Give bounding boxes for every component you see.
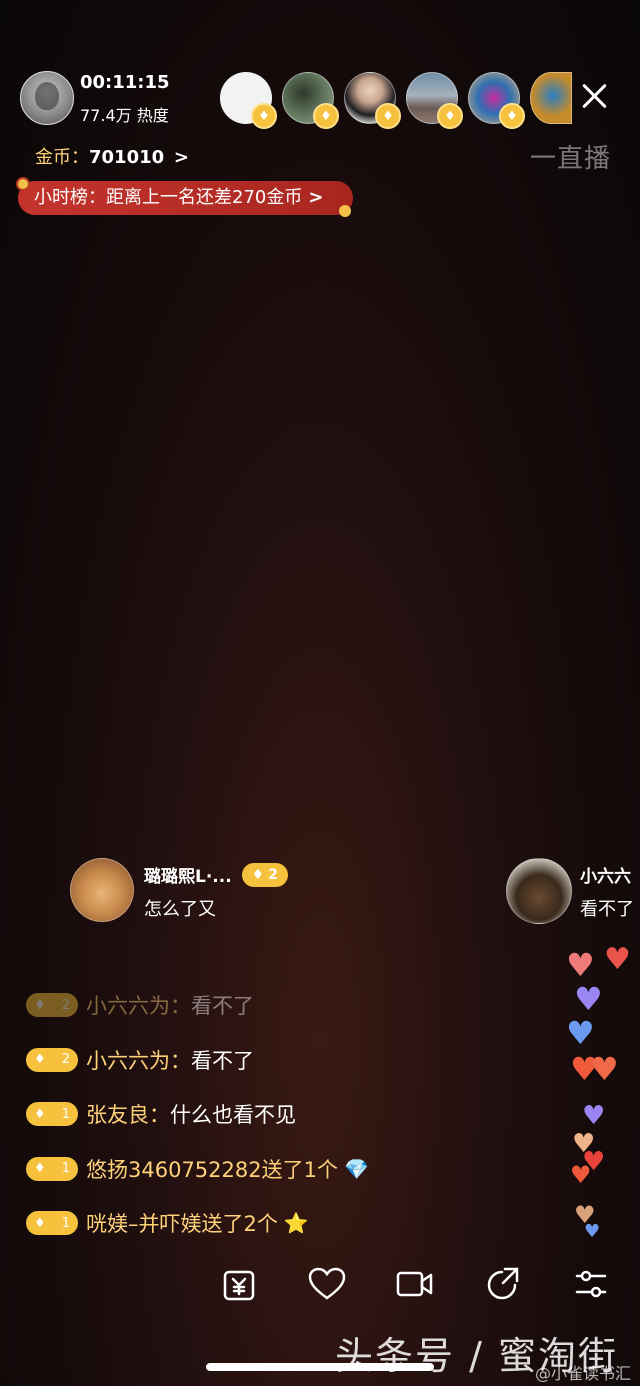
viewer-avatar[interactable]: ♦ <box>282 72 339 129</box>
heart-icon: ♥ <box>566 1014 595 1052</box>
level-badge: ♦ 1 <box>26 1102 78 1127</box>
floating-hearts: ♥ ♥ ♥ ♥ ♥ ♥ ♥ ♥ ♥ ♥ ♥ ♥ <box>560 935 640 1265</box>
coins-value: 701010 <box>89 147 165 168</box>
level-number: 1 <box>61 1215 70 1231</box>
gift-message: 咣媄–并吓媄送了2个 <box>86 1212 278 1237</box>
level-number: 2 <box>61 997 70 1013</box>
heart-outline-icon <box>308 1267 346 1300</box>
diamond-icon: ♦ <box>251 866 265 883</box>
level-badge: ♦ 1 <box>26 1211 78 1236</box>
gift-box-icon <box>223 1270 255 1301</box>
chat-user: 小六六为： <box>86 994 191 1019</box>
chat-message[interactable]: ♦ 2 小六六为： 看不了 <box>26 978 369 1033</box>
heart-icon: ♥ <box>604 942 631 977</box>
diamond-icon: ♦ <box>313 103 339 129</box>
diamond-icon: ♦ <box>34 997 46 1013</box>
hour-rank-banner[interactable]: 小时榜：距离上一名还差270金币 > <box>16 177 354 217</box>
level-badge: ♦ 1 <box>26 1156 78 1181</box>
heart-icon: ♥ <box>566 946 595 984</box>
commenter-name: 小六六 <box>580 867 631 887</box>
bottom-toolbar <box>215 1260 615 1308</box>
chat-message[interactable]: ♦ 2 小六六为： 看不了 <box>26 1033 369 1088</box>
notification-dot <box>339 205 352 217</box>
level-badge: ♦ 2 <box>241 862 288 887</box>
host-avatar[interactable] <box>20 71 74 125</box>
settings-button[interactable] <box>567 1260 615 1308</box>
commenter-avatar[interactable] <box>506 858 572 924</box>
heat-count: 77.4万 热度 <box>80 106 169 125</box>
weibo-watermark: @小雀读书汇 <box>535 1364 632 1383</box>
heart-icon: ♥ <box>590 1050 619 1088</box>
diamond-icon: ♦ <box>34 1161 46 1177</box>
diamond-icon: ♦ <box>437 103 463 129</box>
chat-message[interactable]: ♦ 1 悠扬3460752282送了1个 💎 <box>26 1142 369 1197</box>
viewer-avatar[interactable]: ♦ <box>220 72 277 129</box>
chevron-right-icon: > <box>308 187 324 208</box>
coins-label: 金币： <box>35 147 89 168</box>
video-camera-icon <box>396 1271 433 1297</box>
chat-message[interactable]: ♦ 1 咣媄–并吓媄送了2个 ⭐ <box>26 1196 369 1251</box>
record-button[interactable] <box>391 1260 439 1308</box>
chat-user: 小六六为： <box>86 1048 191 1073</box>
gift-button[interactable] <box>215 1260 263 1308</box>
heart-icon: ♥ <box>582 1101 606 1131</box>
diamond-icon: ♦ <box>251 103 277 129</box>
diamond-icon: ♦ <box>34 1106 46 1122</box>
diamond-icon: ♦ <box>34 1052 46 1068</box>
level-number: 2 <box>61 1052 70 1068</box>
sliders-icon <box>575 1270 607 1298</box>
commenter-avatar[interactable] <box>70 858 134 922</box>
diamond-icon: ♦ <box>34 1215 46 1231</box>
top-viewers: ♦ ♦ ♦ ♦ ♦ <box>220 72 572 129</box>
chat-user: 张友良： <box>86 1103 170 1128</box>
app-watermark: 一直播 <box>530 144 612 174</box>
comment-card[interactable]: 小六六 看不了 <box>506 858 634 924</box>
viewer-avatar[interactable] <box>530 72 572 124</box>
level-badge: ♦ 2 <box>26 993 78 1018</box>
viewer-avatar[interactable]: ♦ <box>468 72 525 129</box>
chat-text: 看不了 <box>191 1048 254 1073</box>
coins-entry[interactable]: 金币：701010 > <box>35 143 189 169</box>
heart-icon: ♥ <box>584 1221 601 1242</box>
home-indicator[interactable] <box>206 1363 434 1371</box>
chat-text: 看不了 <box>191 994 254 1019</box>
chat-text: 什么也看不见 <box>170 1103 296 1128</box>
comment-card[interactable]: 璐璐熙L·... ♦ 2 怎么了又 <box>70 858 288 922</box>
comment-text: 看不了 <box>580 899 634 920</box>
diamond-icon: ♦ <box>499 103 525 129</box>
gem-gift-icon: 💎 <box>343 1156 369 1181</box>
share-icon <box>487 1267 519 1300</box>
gift-message: 悠扬3460752282送了1个 <box>86 1157 338 1182</box>
live-duration: 00:11:15 <box>80 72 170 93</box>
close-icon[interactable] <box>576 78 612 114</box>
chat-list: ♦ 2 小六六为： 看不了 ♦ 2 小六六为： 看不了 ♦ 1 张友良： 什么也看不见… <box>26 978 369 1251</box>
viewer-avatar[interactable]: ♦ <box>344 72 401 129</box>
level-number: 1 <box>61 1161 70 1177</box>
heart-icon: ♥ <box>574 980 603 1018</box>
chevron-right-icon: > <box>173 147 189 168</box>
heart-icon: ♥ <box>570 1161 592 1189</box>
commenter-name: 璐璐熙L·... <box>144 867 232 887</box>
share-button[interactable] <box>479 1260 527 1308</box>
hour-rank-text: 小时榜：距离上一名还差270金币 <box>34 187 303 208</box>
chat-message[interactable]: ♦ 1 张友良： 什么也看不见 <box>26 1087 369 1142</box>
diamond-icon: ♦ <box>375 103 401 129</box>
star-gift-icon: ⭐ <box>283 1211 309 1236</box>
level-number: 2 <box>268 866 278 883</box>
comment-text: 怎么了又 <box>144 899 216 920</box>
clock-icon <box>16 177 30 191</box>
level-badge: ♦ 2 <box>26 1047 78 1072</box>
like-button[interactable] <box>303 1260 351 1308</box>
viewer-avatar[interactable]: ♦ <box>406 72 463 129</box>
level-number: 1 <box>61 1106 70 1122</box>
